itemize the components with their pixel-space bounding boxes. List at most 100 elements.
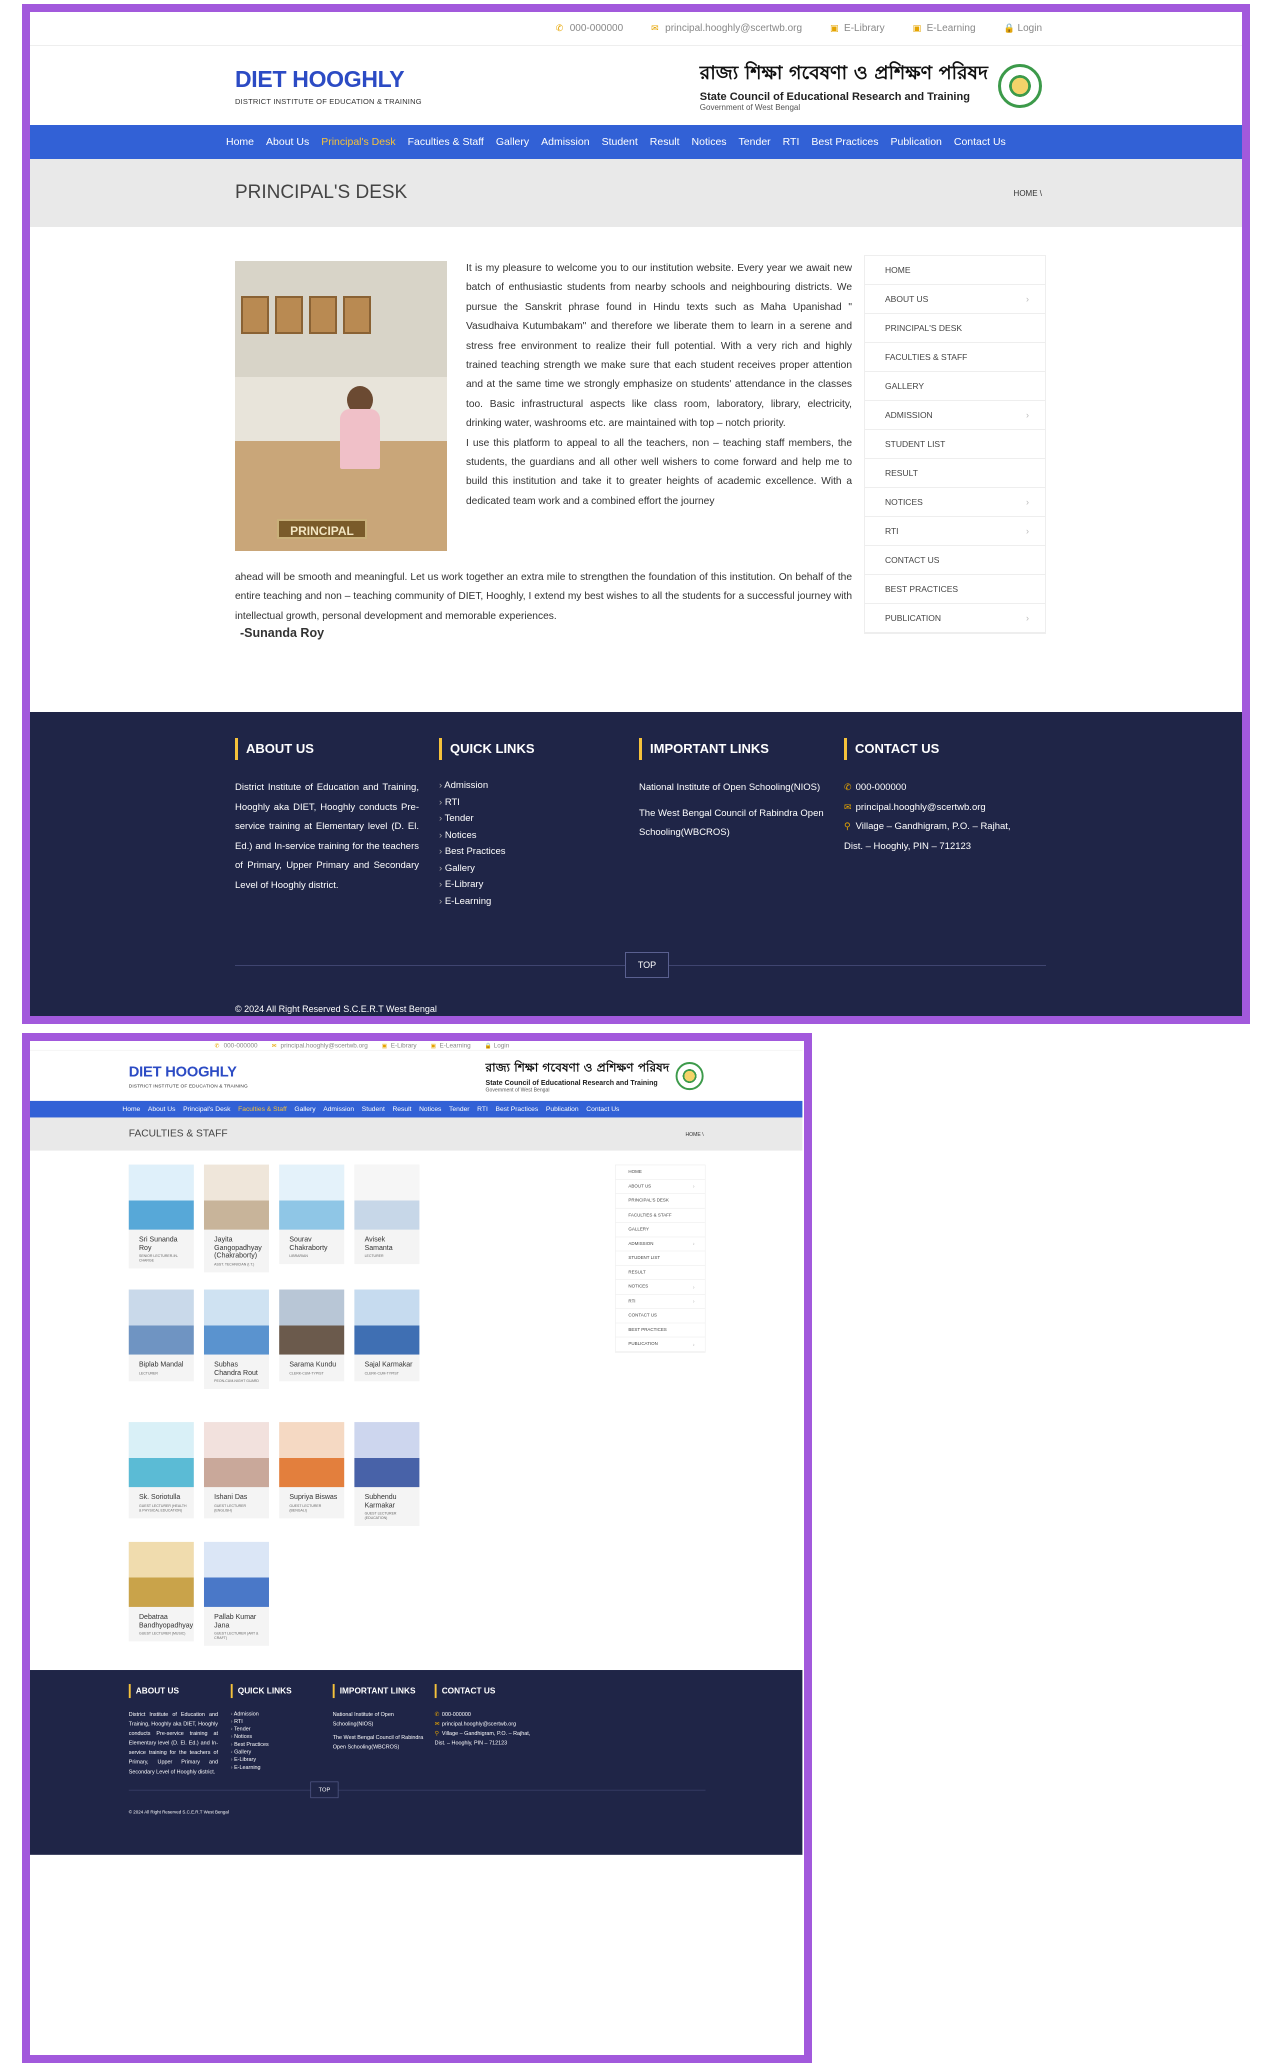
sidebar-item[interactable]: PRINCIPAL'S DESK xyxy=(865,314,1045,343)
staff-card[interactable]: Sajal Karmakar CLERK-CUM-TYPIST xyxy=(354,1289,420,1381)
top-email[interactable]: principal.hooghly@scertwb.org xyxy=(281,1042,368,1049)
quick-link[interactable]: E-Learning xyxy=(231,1763,333,1771)
staff-card[interactable]: Pallab Kumar Jana GUEST LECTURER (ART & C… xyxy=(203,1541,269,1646)
sidebar-item[interactable]: FACULTIES & STAFF xyxy=(615,1208,705,1223)
nav-rti[interactable]: RTI xyxy=(477,1105,488,1113)
quick-link[interactable]: E-Library xyxy=(231,1755,333,1763)
sidebar-item[interactable]: ADMISSION › xyxy=(615,1237,705,1252)
back-to-top-button[interactable]: TOP xyxy=(310,1781,339,1799)
quick-link[interactable]: Best Practices xyxy=(231,1740,333,1748)
staff-card[interactable]: Avisek Samanta LECTURER xyxy=(354,1164,420,1265)
nav-tender[interactable]: Tender xyxy=(739,136,771,148)
sidebar-item[interactable]: ABOUT US › xyxy=(865,285,1045,314)
link-wbcros[interactable]: The West Bengal Council of Rabindra Open… xyxy=(333,1732,435,1751)
quick-link[interactable]: E-Library xyxy=(439,877,639,894)
quick-link[interactable]: Notices xyxy=(231,1732,333,1740)
nav-admission[interactable]: Admission xyxy=(541,136,589,148)
elearning-link[interactable]: E-Learning xyxy=(927,23,976,34)
login-link[interactable]: Login xyxy=(1018,23,1042,34)
breadcrumb[interactable]: HOME \ xyxy=(1014,189,1042,198)
quick-link[interactable]: Gallery xyxy=(231,1748,333,1756)
nav-principal[interactable]: Principal's Desk xyxy=(321,136,395,148)
staff-card[interactable]: Subhendu Karmakar GUEST LECTURER (EDUCATI… xyxy=(354,1422,420,1526)
nav-publication[interactable]: Publication xyxy=(546,1105,579,1113)
login-link[interactable]: Login xyxy=(494,1042,510,1049)
sidebar-item[interactable]: HOME xyxy=(615,1165,705,1180)
nav-faculties[interactable]: Faculties & Staff xyxy=(408,136,484,148)
sidebar-item[interactable]: NOTICES › xyxy=(615,1280,705,1295)
back-to-top-button[interactable]: TOP xyxy=(625,952,669,978)
sidebar-item[interactable]: ADMISSION › xyxy=(865,401,1045,430)
staff-card[interactable]: Ishani Das GUEST LECTURER (ENGLISH) xyxy=(203,1422,269,1519)
quick-link[interactable]: Tender xyxy=(439,811,639,828)
staff-card[interactable]: Debatraa Bandhyopadhyay GUEST LECTURER (M… xyxy=(128,1541,194,1642)
sidebar-item[interactable]: CONTACT US xyxy=(865,546,1045,575)
elibrary-link[interactable]: E-Library xyxy=(391,1042,417,1049)
site-logo[interactable]: DIET HOOGHLY DISTRICT INSTITUTE OF EDUCAT… xyxy=(235,66,422,106)
staff-card[interactable]: Jayita Gangopadhyay (Chakraborty) ASST. T… xyxy=(203,1164,269,1273)
sidebar-item[interactable]: RTI › xyxy=(615,1294,705,1309)
staff-card[interactable]: Sri Sunanda Roy SENIOR LECTURER-IN-CHARGE xyxy=(128,1164,194,1269)
nav-gallery[interactable]: Gallery xyxy=(496,136,529,148)
link-nios[interactable]: National Institute of Open Schooling(NIO… xyxy=(333,1710,435,1729)
nav-admission[interactable]: Admission xyxy=(323,1105,354,1113)
elearning-link[interactable]: E-Learning xyxy=(440,1042,471,1049)
staff-card[interactable]: Supriya Biswas GUEST LECTURER (BENGALI) xyxy=(279,1422,345,1519)
sidebar-item[interactable]: NOTICES › xyxy=(865,488,1045,517)
footer-email[interactable]: principal.hooghly@scertwb.org xyxy=(856,802,986,813)
staff-card[interactable]: Sk. Soriotulla GUEST LECTURER (HEALTH & P… xyxy=(128,1422,194,1519)
sidebar-item[interactable]: PUBLICATION › xyxy=(615,1337,705,1352)
quick-link[interactable]: Tender xyxy=(231,1725,333,1733)
sidebar-item[interactable]: RTI › xyxy=(865,517,1045,546)
nav-home[interactable]: Home xyxy=(226,136,254,148)
sidebar-item[interactable]: STUDENT LIST xyxy=(615,1251,705,1266)
nav-result[interactable]: Result xyxy=(650,136,680,148)
sidebar-item[interactable]: HOME xyxy=(865,256,1045,285)
nav-home[interactable]: Home xyxy=(122,1105,140,1113)
sidebar-item[interactable]: CONTACT US xyxy=(615,1309,705,1324)
nav-about[interactable]: About Us xyxy=(266,136,309,148)
breadcrumb[interactable]: HOME \ xyxy=(685,1131,703,1137)
sidebar-item[interactable]: STUDENT LIST xyxy=(865,430,1045,459)
quick-link[interactable]: E-Learning xyxy=(439,894,639,911)
nav-contact[interactable]: Contact Us xyxy=(586,1105,619,1113)
nav-notices[interactable]: Notices xyxy=(692,136,727,148)
quick-link[interactable]: RTI xyxy=(439,795,639,812)
nav-rti[interactable]: RTI xyxy=(783,136,800,148)
staff-card[interactable]: Biplab Mandal LECTURER xyxy=(128,1289,194,1381)
elibrary-link[interactable]: E-Library xyxy=(844,23,885,34)
sidebar-item[interactable]: PRINCIPAL'S DESK xyxy=(615,1194,705,1209)
nav-publication[interactable]: Publication xyxy=(891,136,942,148)
nav-result[interactable]: Result xyxy=(392,1105,411,1113)
nav-faculties[interactable]: Faculties & Staff xyxy=(238,1105,287,1113)
nav-notices[interactable]: Notices xyxy=(419,1105,441,1113)
quick-link[interactable]: Gallery xyxy=(439,861,639,878)
nav-tender[interactable]: Tender xyxy=(449,1105,469,1113)
nav-student[interactable]: Student xyxy=(362,1105,385,1113)
nav-student[interactable]: Student xyxy=(602,136,638,148)
sidebar-item[interactable]: BEST PRACTICES xyxy=(865,575,1045,604)
sidebar-item[interactable]: GALLERY xyxy=(615,1223,705,1237)
top-email[interactable]: principal.hooghly@scertwb.org xyxy=(665,23,802,34)
site-logo[interactable]: DIET HOOGHLY DISTRICT INSTITUTE OF EDUCAT… xyxy=(129,1063,248,1088)
quick-link[interactable]: Admission xyxy=(439,778,639,795)
link-nios[interactable]: National Institute of Open Schooling(NIO… xyxy=(639,778,844,798)
quick-link[interactable]: Best Practices xyxy=(439,844,639,861)
sidebar-item[interactable]: RESULT xyxy=(865,459,1045,488)
sidebar-item[interactable]: FACULTIES & STAFF xyxy=(865,343,1045,372)
footer-email[interactable]: principal.hooghly@scertwb.org xyxy=(442,1720,516,1726)
nav-best-practices[interactable]: Best Practices xyxy=(495,1105,538,1113)
sidebar-item[interactable]: BEST PRACTICES xyxy=(615,1323,705,1338)
nav-best-practices[interactable]: Best Practices xyxy=(811,136,878,148)
sidebar-item[interactable]: GALLERY xyxy=(865,372,1045,401)
nav-principal[interactable]: Principal's Desk xyxy=(183,1105,230,1113)
link-wbcros[interactable]: The West Bengal Council of Rabindra Open… xyxy=(639,804,844,843)
sidebar-item[interactable]: ABOUT US › xyxy=(615,1180,705,1194)
sidebar-item[interactable]: PUBLICATION › xyxy=(865,604,1045,633)
quick-link[interactable]: Admission xyxy=(231,1710,333,1718)
nav-gallery[interactable]: Gallery xyxy=(294,1105,315,1113)
staff-card[interactable]: Sourav Chakraborty LIBRARIAN xyxy=(279,1164,345,1265)
sidebar-item[interactable]: RESULT xyxy=(615,1266,705,1280)
nav-contact[interactable]: Contact Us xyxy=(954,136,1006,148)
staff-card[interactable]: Subhas Chandra Rout PEON-CUM-NIGHT GUARD xyxy=(203,1289,269,1389)
